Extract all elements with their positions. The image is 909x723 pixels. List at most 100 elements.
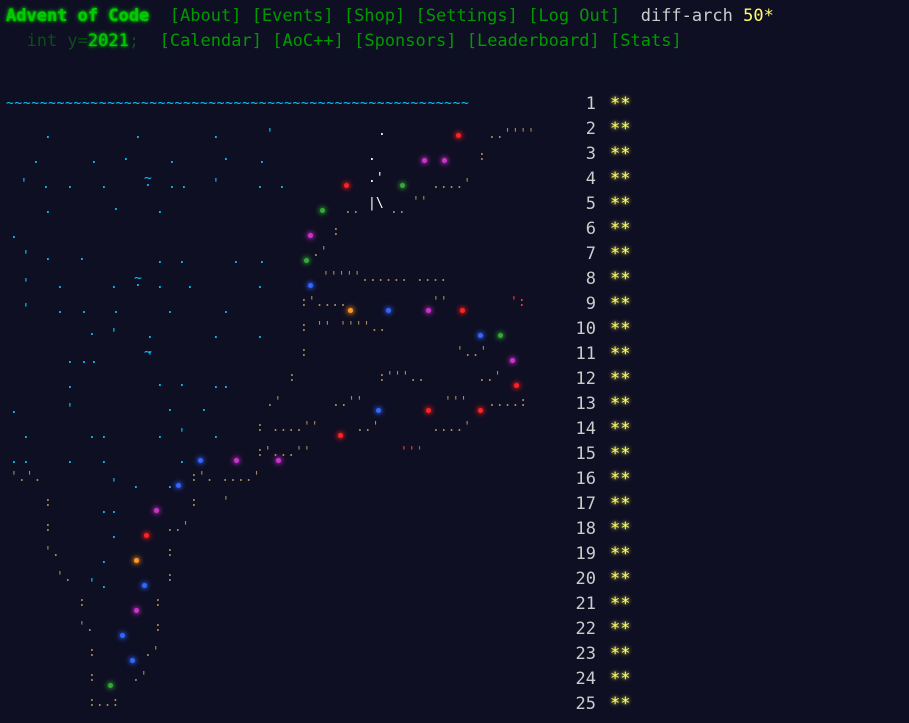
sea-glyph: ' bbox=[266, 127, 274, 142]
light-icon bbox=[400, 183, 405, 188]
day-8-link[interactable]: 8 ** bbox=[570, 269, 640, 289]
day-6-link[interactable]: 6 ** bbox=[570, 219, 640, 239]
island-glyph: :'''.. bbox=[378, 370, 425, 385]
island-glyph: : bbox=[190, 495, 198, 510]
site-title[interactable]: Advent of Code bbox=[6, 6, 149, 26]
island-glyph: : bbox=[88, 645, 96, 660]
light-icon bbox=[234, 458, 239, 463]
day-22-link[interactable]: 22 ** bbox=[570, 619, 640, 639]
day-25-link[interactable]: 25 ** bbox=[570, 694, 640, 714]
nav-logout[interactable]: [Log Out] bbox=[528, 6, 620, 26]
sea-glyph: . bbox=[44, 127, 52, 142]
day-24-link[interactable]: 24 ** bbox=[570, 669, 640, 689]
day-number: 22 bbox=[575, 619, 596, 639]
day-number: 13 bbox=[575, 394, 596, 414]
day-14-link[interactable]: 14 ** bbox=[570, 419, 640, 439]
wave-glyph: ~ bbox=[144, 171, 152, 186]
day-1-link[interactable]: 1 ** bbox=[570, 94, 640, 114]
day-5-link[interactable]: 5 ** bbox=[570, 194, 640, 214]
sea-glyph: . bbox=[100, 452, 108, 467]
year-prefix: int y= bbox=[26, 31, 88, 51]
island-glyph: :'.... bbox=[300, 295, 347, 310]
light-icon bbox=[478, 408, 483, 413]
light-icon bbox=[498, 333, 503, 338]
sea-glyph: . bbox=[66, 352, 74, 367]
nav-aocplusplus[interactable]: [AoC++] bbox=[272, 31, 344, 51]
sea-glyph: . bbox=[258, 152, 266, 167]
day-stars: ** bbox=[610, 119, 631, 139]
sea-surface: ~~~~~~~~~~~~~~~~~~~~~~~~~~~~~~~~~~~~~~~~… bbox=[6, 96, 470, 111]
day-11-link[interactable]: 11 ** bbox=[570, 344, 640, 364]
day-15-link[interactable]: 15 ** bbox=[570, 444, 640, 464]
nav-settings[interactable]: [Settings] bbox=[416, 6, 518, 26]
day-stars: ** bbox=[610, 669, 631, 689]
sea-glyph: . bbox=[134, 127, 142, 142]
island-glyph: ....' bbox=[432, 177, 472, 192]
island-glyph: ..' bbox=[166, 520, 190, 535]
nav-shop[interactable]: [Shop] bbox=[344, 6, 405, 26]
day-stars: ** bbox=[610, 169, 631, 189]
sea-glyph: . bbox=[122, 149, 130, 164]
day-10-link[interactable]: 10 ** bbox=[570, 319, 640, 339]
day-12-link[interactable]: 12 ** bbox=[570, 369, 640, 389]
day-stars: ** bbox=[610, 294, 631, 314]
island-glyph: ..' bbox=[478, 370, 502, 385]
year-link[interactable]: 2021 bbox=[88, 31, 129, 51]
day-16-link[interactable]: 16 ** bbox=[570, 469, 640, 489]
island-glyph: : ....'' bbox=[256, 420, 319, 435]
day-23-link[interactable]: 23 ** bbox=[570, 644, 640, 664]
light-icon bbox=[338, 433, 343, 438]
day-3-link[interactable]: 3 ** bbox=[570, 144, 640, 164]
sea-glyph: ' bbox=[22, 249, 30, 264]
day-13-link[interactable]: 13 ** bbox=[570, 394, 640, 414]
day-stars: ** bbox=[610, 644, 631, 664]
light-icon bbox=[130, 658, 135, 663]
sea-glyph: . bbox=[66, 177, 74, 192]
light-icon bbox=[386, 308, 391, 313]
island-glyph: ....: bbox=[488, 395, 528, 410]
day-7-link[interactable]: 7 ** bbox=[570, 244, 640, 264]
day-21-link[interactable]: 21 ** bbox=[570, 594, 640, 614]
sea-glyph: . bbox=[56, 277, 64, 292]
tree-glyph: . bbox=[378, 124, 386, 139]
island-glyph: '' bbox=[432, 295, 448, 310]
island-glyph: :'...'' bbox=[256, 445, 311, 460]
day-20-link[interactable]: 20 ** bbox=[570, 569, 640, 589]
island-glyph: '''''...... .... bbox=[322, 270, 448, 285]
light-icon bbox=[320, 208, 325, 213]
sea-glyph: . bbox=[212, 427, 220, 442]
wave-glyph: ~ bbox=[144, 345, 152, 360]
day-2-link[interactable]: 2 ** bbox=[570, 119, 640, 139]
sea-glyph: . bbox=[168, 152, 176, 167]
year-suffix: ; bbox=[128, 31, 140, 51]
day-stars: ** bbox=[610, 144, 631, 164]
sea-glyph: . bbox=[80, 352, 88, 367]
sea-glyph: . bbox=[100, 502, 108, 517]
day-number: 15 bbox=[575, 444, 596, 464]
nav-about[interactable]: [About] bbox=[170, 6, 242, 26]
nav-stats[interactable]: [Stats] bbox=[610, 31, 682, 51]
sea-glyph: . bbox=[178, 375, 186, 390]
sea-glyph: . bbox=[222, 377, 230, 392]
day-9-link[interactable]: 9 ** bbox=[570, 294, 640, 314]
day-number: 20 bbox=[575, 569, 596, 589]
year-label: int y=2021; bbox=[6, 31, 139, 51]
day-number: 8 bbox=[585, 269, 596, 289]
day-stars: ** bbox=[610, 419, 631, 439]
island-glyph: : bbox=[78, 595, 86, 610]
day-stars: ** bbox=[610, 494, 631, 514]
nav-calendar[interactable]: [Calendar] bbox=[160, 31, 262, 51]
day-stars: ** bbox=[610, 319, 631, 339]
sea-glyph: . bbox=[88, 427, 96, 442]
day-number: 25 bbox=[575, 694, 596, 714]
sea-glyph: . bbox=[166, 302, 174, 317]
sea-glyph: . bbox=[66, 452, 74, 467]
day-19-link[interactable]: 19 ** bbox=[570, 544, 640, 564]
nav-leaderboard[interactable]: [Leaderboard] bbox=[467, 31, 600, 51]
day-4-link[interactable]: 4 ** bbox=[570, 169, 640, 189]
nav-sponsors[interactable]: [Sponsors] bbox=[354, 31, 456, 51]
sea-glyph: . bbox=[32, 152, 40, 167]
nav-events[interactable]: [Events] bbox=[252, 6, 334, 26]
day-17-link[interactable]: 17 ** bbox=[570, 494, 640, 514]
day-18-link[interactable]: 18 ** bbox=[570, 519, 640, 539]
